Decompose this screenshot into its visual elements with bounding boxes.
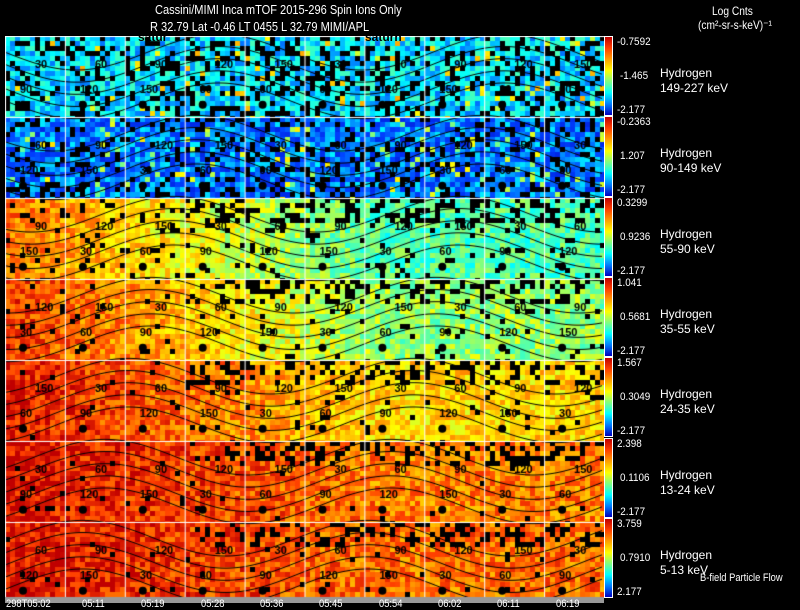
energy-range: 13-24 keV: [660, 482, 715, 497]
plot-subtitle: R 32.79 Lat -0.46 LT 0455 L 32.79 MIMI/A…: [150, 19, 370, 34]
units-title: Log Cnts: [712, 4, 753, 18]
colorbar-mid: 0.7910: [620, 551, 651, 564]
panel-label: Hydrogen 149-227 keV: [660, 66, 728, 96]
colorbar: [604, 116, 613, 197]
species: Hydrogen: [660, 146, 713, 161]
colorbar-min: -2.177: [617, 264, 646, 277]
colorbar-max: -0.2363: [617, 116, 651, 129]
saturn-label: satur: [138, 30, 168, 44]
time-label: 298T05:02: [6, 598, 51, 610]
colorbar-mid: 0.1106: [620, 471, 650, 484]
panel-label: Hydrogen 13-24 keV: [660, 468, 715, 498]
time-label: 05:36: [259, 598, 284, 610]
panel-label: Hydrogen 35-55 keV: [660, 307, 715, 337]
time-label: 05:28: [200, 598, 224, 610]
colorbar-max: 2.398: [617, 437, 642, 450]
panel-label: Hydrogen 24-35 keV: [660, 387, 715, 417]
colorbar: [604, 196, 613, 277]
colorbar-mid: 0.5681: [620, 310, 651, 323]
colorbar-min: -2.177: [617, 104, 646, 116]
legend-note: B-field Particle Flow: [700, 572, 783, 584]
time-label: 06:19: [556, 598, 580, 610]
colorbar: [604, 437, 613, 518]
colorbar: [604, 357, 613, 438]
units-label: (cm²-sr-s-keV)⁻¹: [698, 18, 772, 32]
energy-range: 90-149 keV: [660, 161, 722, 176]
species: Hydrogen: [660, 547, 713, 562]
species: Hydrogen: [660, 387, 713, 402]
colorbar-min: -2.177: [617, 344, 646, 357]
time-label: 06:02: [437, 598, 462, 610]
colorbar-max: 0.3299: [617, 196, 648, 209]
colorbar-min: -2.177: [617, 505, 646, 518]
colorbar: [604, 276, 613, 358]
panel-label: Hydrogen 90-149 keV: [660, 146, 721, 176]
saturn-label: saturn: [365, 30, 402, 44]
colorbar-mid: 1.207: [620, 150, 645, 163]
colorbar-max: 3.759: [617, 517, 642, 530]
colorbar-min: 2.177: [617, 585, 642, 598]
colorbar-min: -2.177: [617, 425, 646, 438]
colorbar-max: 1.041: [617, 276, 642, 289]
time-label: 05:45: [319, 598, 343, 610]
species: Hydrogen: [660, 306, 713, 321]
energy-range: 35-55 keV: [660, 321, 715, 336]
species: Hydrogen: [660, 467, 713, 482]
plot-title: Cassini/MIMI Inca mTOF 2015-296 Spin Ion…: [155, 2, 402, 17]
time-label: 05:54: [378, 598, 402, 610]
colorbar-mid: -1.465: [620, 70, 649, 82]
energy-range: 149-227 keV: [660, 81, 729, 95]
inca-image-grid: [5, 36, 604, 603]
panel-label: Hydrogen 55-90 keV: [660, 227, 715, 257]
species: Hydrogen: [660, 226, 713, 241]
species: Hydrogen: [660, 66, 713, 80]
colorbar-max: -0.7592: [617, 36, 651, 48]
colorbar-mid: 0.9236: [620, 230, 651, 243]
colorbar: [604, 517, 613, 599]
energy-range: 55-90 keV: [660, 241, 715, 256]
time-label: 05:11: [82, 598, 105, 610]
colorbar-min: -2.177: [617, 184, 646, 197]
time-label: 05:19: [141, 598, 165, 610]
energy-range: 24-35 keV: [660, 402, 715, 417]
time-label: 06:11: [497, 598, 520, 610]
colorbar-max: 1.567: [617, 357, 642, 370]
colorbar: [604, 36, 613, 117]
colorbar-mid: 0.3049: [620, 391, 651, 404]
